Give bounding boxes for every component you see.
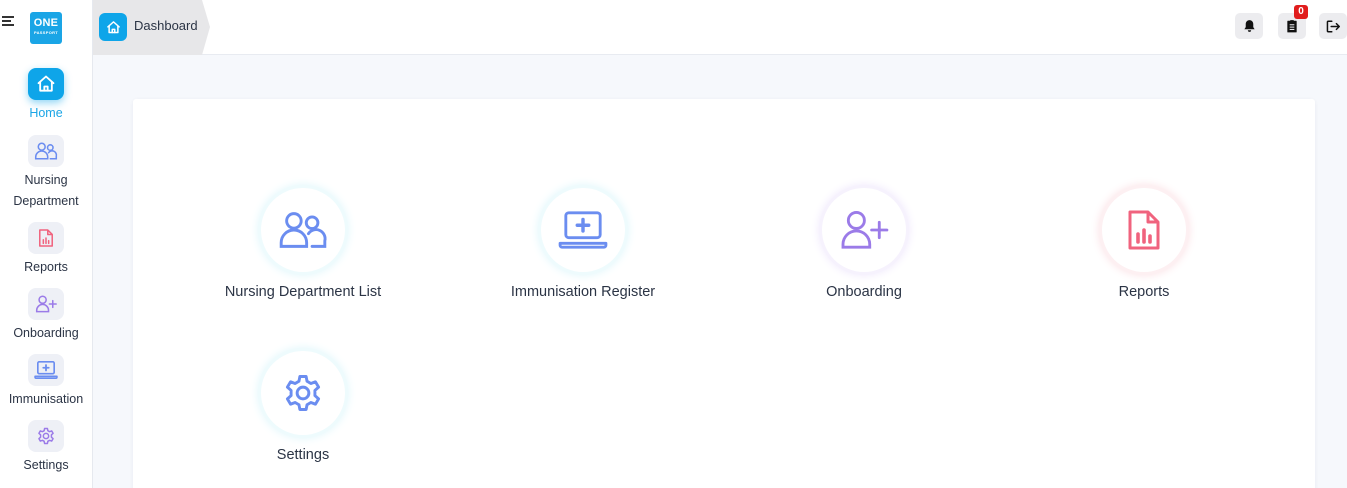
bell-icon [1243,20,1255,32]
gear-icon [261,351,345,435]
home-icon [28,68,64,100]
home-icon [99,13,127,41]
user-plus-icon [28,288,64,320]
tile-reports[interactable]: Reports [994,188,1294,302]
report-icon [28,222,64,254]
tile-immunisation-register[interactable]: Immunisation Register [433,188,733,302]
tile-onboarding[interactable]: Onboarding [714,188,1014,302]
user-plus-icon [822,188,906,272]
tile-label: Immunisation Register [510,284,656,300]
users-icon [28,135,64,167]
users-icon [261,188,345,272]
top-header: Dashboard 0 [93,0,1347,55]
clipboard-icon [1287,20,1297,33]
dashboard-card: Nursing Department List Immunisation Reg… [133,99,1315,488]
tile-label: Settings [276,447,330,463]
logout-button[interactable] [1319,13,1347,39]
notifications-button[interactable] [1235,13,1263,39]
tile-nursing-department-list[interactable]: Nursing Department List [153,188,453,302]
menu-toggle-icon[interactable] [2,16,16,28]
app-logo[interactable]: ONE PASSPORT [30,12,62,44]
gear-icon [28,420,64,452]
tile-label: Reports [1118,284,1170,300]
sidebar-item-home[interactable]: Home [0,68,92,124]
sidebar-item-label: Nursing Department [13,173,79,208]
report-icon [1102,188,1186,272]
sidebar: ONE PASSPORT Home Nursing Department Rep… [0,0,93,488]
tile-label: Nursing Department List [224,284,382,300]
sidebar-item-label: Reports [24,260,68,274]
sidebar-item-settings[interactable]: Settings [0,420,92,476]
breadcrumb-label: Dashboard [134,18,198,33]
laptop-medical-icon [541,188,625,272]
sidebar-item-reports[interactable]: Reports [0,222,92,278]
clipboard-button[interactable]: 0 [1278,5,1308,39]
laptop-medical-icon [28,354,64,386]
sidebar-item-immunisation[interactable]: Immunisation [0,354,92,410]
sidebar-item-label: Home [29,106,63,120]
sidebar-item-label: Immunisation [8,392,84,406]
tile-label: Onboarding [826,284,902,300]
logout-icon [1326,20,1340,32]
sidebar-item-nursing-department[interactable]: Nursing Department [0,135,92,212]
clipboard-count-badge: 0 [1294,5,1308,19]
sidebar-item-label: Settings [23,458,69,472]
sidebar-item-label: Onboarding [13,326,79,340]
tile-settings[interactable]: Settings [153,351,453,465]
sidebar-item-onboarding[interactable]: Onboarding [0,288,92,344]
breadcrumb[interactable]: Dashboard [93,0,210,55]
